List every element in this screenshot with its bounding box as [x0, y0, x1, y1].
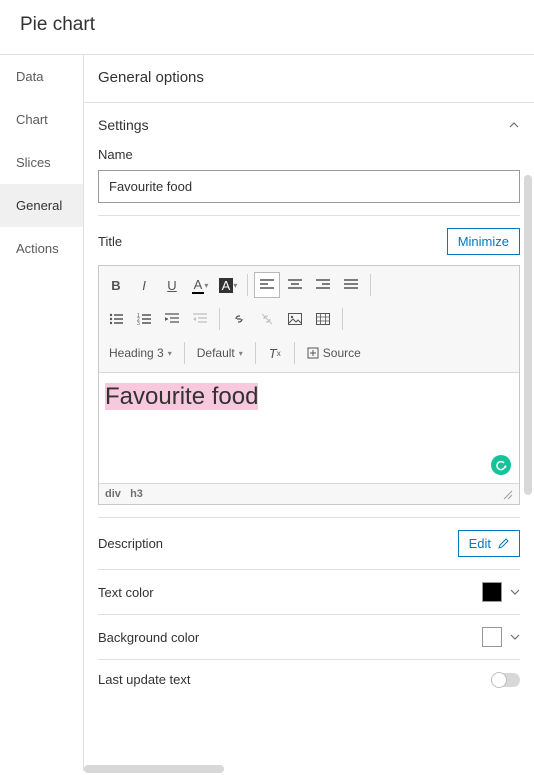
table-icon[interactable] — [310, 306, 336, 332]
align-right-icon[interactable] — [310, 272, 336, 298]
text-color-icon[interactable]: A▾ — [187, 272, 213, 298]
content-panel: General options Settings Name Title Mini… — [83, 55, 534, 771]
toolbar-separator — [342, 308, 343, 330]
path-h3[interactable]: h3 — [130, 488, 143, 500]
source-button[interactable]: Source — [301, 340, 367, 366]
toolbar-separator — [247, 274, 248, 296]
path-div[interactable]: div — [105, 488, 121, 500]
align-center-icon[interactable] — [282, 272, 308, 298]
settings-accordion-header[interactable]: Settings — [98, 103, 520, 147]
grammarly-icon[interactable] — [491, 455, 511, 475]
name-input[interactable] — [98, 170, 520, 203]
edit-button[interactable]: Edit — [458, 530, 520, 557]
editor-content-area[interactable]: Favourite food — [99, 373, 519, 483]
sidebar-item-general[interactable]: General — [0, 184, 83, 227]
toolbar-separator — [255, 342, 256, 364]
name-label: Name — [98, 147, 520, 162]
heading-dropdown[interactable]: Heading 3▾ — [103, 340, 178, 366]
title-label: Title — [98, 234, 122, 249]
sidebar-item-actions[interactable]: Actions — [0, 227, 83, 270]
bg-color-icon[interactable]: A▾ — [215, 272, 241, 298]
chevron-up-icon — [508, 119, 520, 131]
last-update-toggle[interactable] — [492, 673, 520, 687]
align-justify-icon[interactable] — [338, 272, 364, 298]
title-text[interactable]: Favourite food — [105, 383, 258, 410]
section-title: General options — [84, 55, 534, 103]
sidebar-item-chart[interactable]: Chart — [0, 98, 83, 141]
description-label: Description — [98, 536, 163, 551]
scrollbar-horizontal[interactable] — [84, 765, 224, 773]
settings-label: Settings — [98, 117, 149, 133]
svg-text:3: 3 — [137, 321, 140, 325]
text-color-swatch[interactable] — [482, 582, 502, 602]
toolbar-separator — [294, 342, 295, 364]
toolbar-separator — [184, 342, 185, 364]
editor-toolbar: B I U A▾ A▾ 123 — [99, 266, 519, 373]
indent-icon[interactable] — [159, 306, 185, 332]
image-icon[interactable] — [282, 306, 308, 332]
sidebar-item-slices[interactable]: Slices — [0, 141, 83, 184]
number-list-icon[interactable]: 123 — [131, 306, 157, 332]
editor-footer: div h3 — [99, 483, 519, 504]
style-dropdown[interactable]: Default▾ — [191, 340, 249, 366]
minimize-button[interactable]: Minimize — [447, 228, 520, 255]
text-color-label: Text color — [98, 585, 154, 600]
chevron-down-icon[interactable] — [510, 634, 520, 640]
resize-handle-icon[interactable] — [501, 488, 513, 500]
scrollbar-vertical[interactable] — [524, 175, 532, 495]
sidebar-item-data[interactable]: Data — [0, 55, 83, 98]
link-icon[interactable] — [226, 306, 252, 332]
bullet-list-icon[interactable] — [103, 306, 129, 332]
sidebar: Data Chart Slices General Actions — [0, 55, 83, 771]
chevron-down-icon[interactable] — [510, 589, 520, 595]
page-title: Pie chart — [0, 0, 534, 54]
clear-format-icon[interactable]: Tx — [262, 340, 288, 366]
last-update-label: Last update text — [98, 672, 191, 687]
unlink-icon[interactable] — [254, 306, 280, 332]
pencil-icon — [497, 538, 509, 550]
toolbar-separator — [219, 308, 220, 330]
toolbar-separator — [370, 274, 371, 296]
align-left-icon[interactable] — [254, 272, 280, 298]
rich-text-editor: B I U A▾ A▾ 123 — [98, 265, 520, 505]
italic-icon[interactable]: I — [131, 272, 157, 298]
bg-color-label: Background color — [98, 630, 199, 645]
bg-color-swatch[interactable] — [482, 627, 502, 647]
bold-icon[interactable]: B — [103, 272, 129, 298]
underline-icon[interactable]: U — [159, 272, 185, 298]
outdent-icon[interactable] — [187, 306, 213, 332]
